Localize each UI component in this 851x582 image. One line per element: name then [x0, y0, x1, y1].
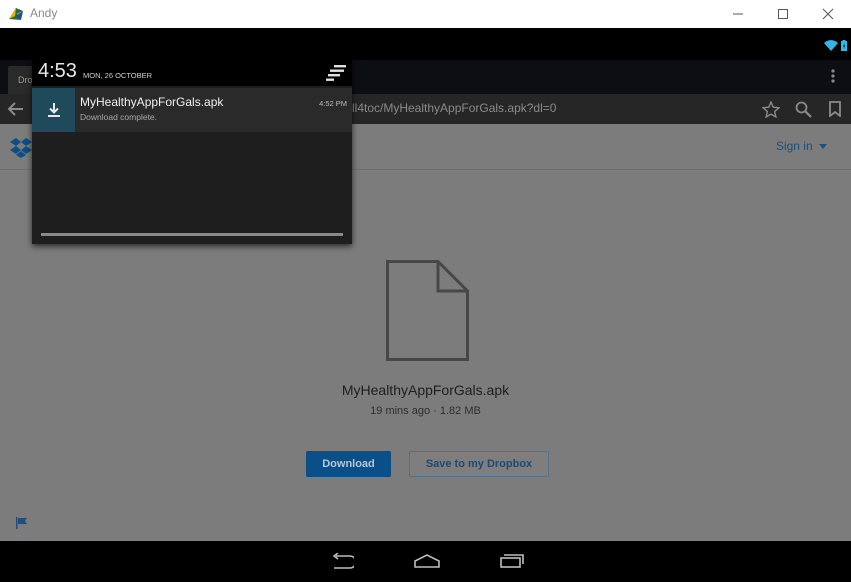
search-icon	[795, 101, 812, 118]
status-bar	[0, 28, 851, 60]
quick-settings-icon	[326, 65, 346, 81]
close-button[interactable]	[805, 0, 851, 28]
bookmark-star-button[interactable]	[755, 98, 787, 120]
shade-header: 4:53 MON, 26 OCTOBER	[32, 60, 352, 86]
sign-in-label: Sign in	[775, 139, 813, 153]
browser-tab-label: Dro	[18, 75, 33, 85]
nav-back-icon	[332, 553, 354, 569]
download-notification[interactable]: MyHealthyAppForGals.apk Download complet…	[32, 88, 352, 132]
url-field[interactable]: ll4toc/MyHealthyAppForGals.apk?dl=0	[352, 101, 556, 115]
bookmarks-button[interactable]	[819, 98, 851, 120]
notification-title: MyHealthyAppForGals.apk	[80, 95, 224, 109]
file-meta: 19 mins ago · 1.82 MB	[370, 405, 481, 417]
file-name: MyHealthyAppForGals.apk	[341, 382, 510, 398]
android-screen: Dro ll4toc/MyHealthyAppForGals.apk?dl=0	[0, 28, 851, 541]
flag-icon	[16, 517, 27, 529]
overflow-menu-icon	[831, 69, 835, 83]
nav-recents-button[interactable]	[492, 547, 532, 575]
minimize-button[interactable]	[715, 0, 761, 28]
quick-settings-button[interactable]	[326, 65, 346, 85]
bookmark-icon	[829, 101, 841, 117]
download-icon	[47, 103, 60, 117]
report-flag-button[interactable]	[16, 514, 28, 533]
overflow-menu-button[interactable]	[831, 68, 835, 87]
browser-back-button[interactable]	[7, 101, 25, 121]
nav-home-button[interactable]	[407, 547, 447, 575]
shade-drag-handle[interactable]	[41, 233, 343, 236]
back-arrow-icon	[7, 102, 23, 116]
maximize-button[interactable]	[760, 0, 806, 28]
notification-subtitle: Download complete.	[80, 112, 158, 122]
wifi-icon	[824, 40, 838, 51]
shade-clock: 4:53	[38, 60, 77, 82]
close-icon	[822, 8, 834, 20]
save-to-dropbox-button[interactable]: Save to my Dropbox	[409, 451, 549, 477]
url-bar-actions	[755, 98, 851, 120]
notification-icon-box	[32, 88, 75, 132]
status-icons	[824, 40, 847, 51]
battery-icon	[841, 40, 847, 51]
andy-app-icon	[7, 5, 25, 23]
sign-in-link[interactable]: Sign in	[776, 139, 827, 153]
notification-time: 4:52 PM	[319, 99, 347, 108]
android-nav-bar	[0, 541, 851, 582]
nav-back-button[interactable]	[322, 547, 362, 575]
window-titlebar: Andy	[0, 0, 851, 28]
nav-home-icon	[414, 554, 440, 568]
notification-shade: 4:53 MON, 26 OCTOBER MyHealthyAppForGals…	[32, 60, 352, 244]
search-button[interactable]	[787, 98, 819, 120]
nav-recents-icon	[500, 554, 524, 568]
dropbox-logo-icon[interactable]	[10, 138, 32, 162]
star-icon	[762, 100, 780, 118]
maximize-icon	[778, 9, 788, 19]
download-button[interactable]: Download	[306, 451, 391, 477]
chevron-down-icon	[819, 144, 827, 150]
file-icon	[386, 260, 469, 365]
minimize-icon	[733, 13, 743, 15]
shade-date: MON, 26 OCTOBER	[83, 71, 153, 80]
window-title: Andy	[30, 6, 58, 20]
